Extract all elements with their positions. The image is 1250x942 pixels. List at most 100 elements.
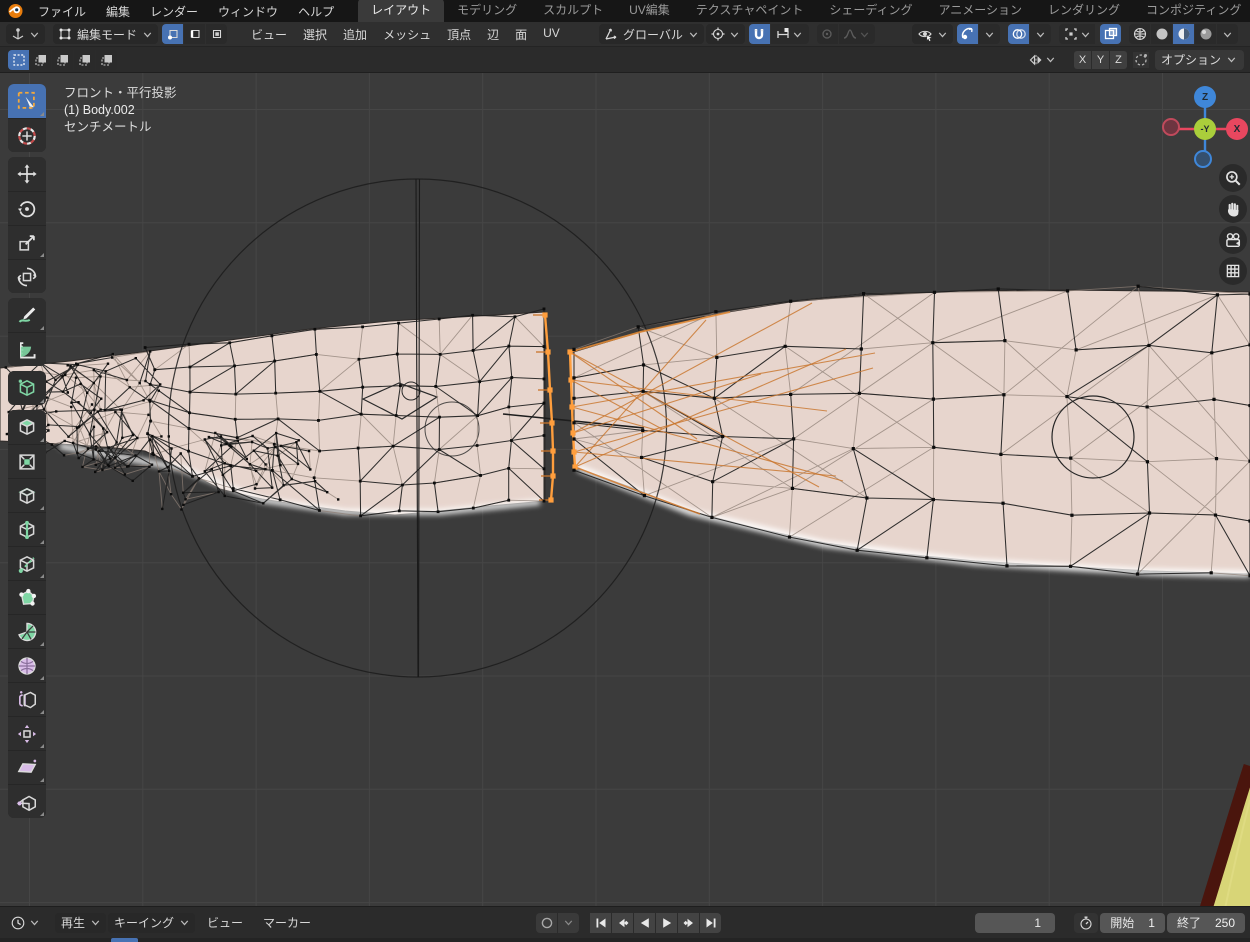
workspace-tab-2[interactable]: スカルプト — [530, 0, 616, 22]
workspace-tab-0[interactable]: レイアウト — [358, 0, 444, 22]
face-select-button[interactable] — [206, 24, 227, 44]
tool-rotate[interactable] — [8, 191, 46, 225]
workspace-tab-5[interactable]: シェーディング — [816, 0, 925, 22]
blender-logo-icon[interactable] — [6, 3, 24, 19]
mirror-axis-y[interactable]: Y — [1092, 51, 1109, 69]
workspace-tab-3[interactable]: UV編集 — [616, 0, 683, 22]
tool-knife[interactable] — [8, 546, 46, 580]
tool-shear[interactable] — [8, 750, 46, 784]
options-dropdown[interactable]: オプション — [1155, 50, 1244, 70]
tool-extrude-region[interactable] — [8, 410, 46, 444]
overlays-toggle[interactable] — [1008, 24, 1029, 44]
gizmo-axis-neg-x[interactable] — [1162, 118, 1180, 136]
play-button[interactable] — [656, 913, 677, 933]
shading-dropdown[interactable] — [1217, 24, 1238, 44]
tool-shrink-fatten[interactable] — [8, 716, 46, 750]
orientation-dropdown[interactable]: グローバル — [599, 24, 704, 44]
use-preview-range-toggle[interactable] — [1074, 913, 1098, 933]
tool-move[interactable] — [8, 157, 46, 191]
tool-bevel[interactable] — [8, 478, 46, 512]
auto-keying-toggle[interactable] — [536, 913, 557, 933]
workspace-tab-7[interactable]: レンダリング — [1035, 0, 1133, 22]
keying-dropdown[interactable]: キーイング — [108, 913, 195, 933]
viewport-menu-2[interactable]: 追加 — [335, 24, 375, 45]
shading-wireframe-button[interactable] — [1129, 24, 1150, 44]
current-frame-field[interactable]: 1 — [975, 913, 1055, 933]
shading-material-button[interactable] — [1173, 24, 1194, 44]
editor-type-selector[interactable] — [6, 24, 45, 44]
play-reverse-button[interactable] — [634, 913, 655, 933]
menubar-item-3[interactable]: ウィンドウ — [208, 1, 288, 22]
viewport-canvas[interactable] — [0, 73, 1250, 906]
start-frame-field[interactable]: 開始1 — [1100, 913, 1165, 933]
shading-rendered-button[interactable] — [1195, 24, 1216, 44]
nav-grid-button[interactable] — [1219, 257, 1247, 285]
timeline-menu-1[interactable]: マーカー — [253, 912, 321, 933]
select-mode-subtract[interactable] — [52, 50, 73, 70]
viewport-menu-6[interactable]: 面 — [507, 24, 535, 45]
menubar-item-2[interactable]: レンダー — [140, 1, 208, 22]
workspace-tab-8[interactable]: コンポジティング — [1133, 0, 1250, 22]
gizmo-axis-x[interactable]: X — [1226, 118, 1248, 140]
timeline-strip[interactable] — [0, 938, 1250, 942]
menubar-item-0[interactable]: ファイル — [28, 1, 96, 22]
menubar-item-4[interactable]: ヘルプ — [288, 1, 344, 22]
mirror-axis-z[interactable]: Z — [1110, 51, 1127, 69]
snap-individual-toggle[interactable] — [1133, 52, 1149, 68]
viewport-menu-1[interactable]: 選択 — [295, 24, 335, 45]
select-mode-extend[interactable] — [30, 50, 51, 70]
tool-edge-slide[interactable] — [8, 682, 46, 716]
pivot-dropdown[interactable] — [706, 24, 745, 44]
viewport-3d[interactable]: フロント・平行投影 (1) Body.002 センチメートル ZX-Y — [0, 73, 1250, 906]
tool-add-cube[interactable] — [8, 371, 46, 405]
tool-smooth[interactable] — [8, 648, 46, 682]
tool-scale[interactable] — [8, 225, 46, 259]
mode-selector[interactable]: 編集モード — [53, 24, 158, 44]
tool-poly-build[interactable] — [8, 580, 46, 614]
vertex-select-button[interactable] — [162, 24, 183, 44]
nav-camera-button[interactable] — [1219, 226, 1247, 254]
snap-toggle[interactable] — [749, 24, 770, 44]
gizmos-dropdown[interactable] — [979, 24, 1000, 44]
select-mode-invert[interactable] — [74, 50, 95, 70]
nav-zoom-button[interactable] — [1219, 164, 1247, 192]
workspace-tab-4[interactable]: テクスチャペイント — [683, 0, 817, 22]
mirror-dropdown[interactable] — [1028, 52, 1068, 68]
select-mode-set[interactable] — [8, 50, 29, 70]
edge-select-button[interactable] — [184, 24, 205, 44]
timeline-playhead[interactable] — [111, 938, 138, 942]
viewport-menu-0[interactable]: ビュー — [243, 24, 295, 45]
visibility-dropdown[interactable] — [912, 24, 953, 44]
tool-measure[interactable] — [8, 332, 46, 366]
tool-spin[interactable] — [8, 614, 46, 648]
xray-options-dropdown[interactable] — [1059, 24, 1095, 44]
gizmo-axis-neg-z[interactable] — [1194, 150, 1212, 168]
tool-rip-region[interactable] — [8, 784, 46, 818]
timeline-menu-0[interactable]: ビュー — [197, 912, 253, 933]
viewport-menu-4[interactable]: 頂点 — [439, 24, 479, 45]
gizmo-axis-z[interactable]: Z — [1194, 86, 1216, 108]
menubar-item-1[interactable]: 編集 — [96, 1, 140, 22]
gizmos-toggle[interactable] — [957, 24, 978, 44]
end-frame-field[interactable]: 終了250 — [1167, 913, 1245, 933]
shading-solid-button[interactable] — [1151, 24, 1172, 44]
playback-dropdown[interactable]: 再生 — [55, 913, 106, 933]
jump-to-start-button[interactable] — [590, 913, 611, 933]
tool-select-box[interactable] — [8, 84, 46, 118]
tool-cursor[interactable] — [8, 118, 46, 152]
timeline-editor-type-selector[interactable] — [6, 913, 45, 933]
viewport-menu-7[interactable]: UV — [535, 24, 568, 45]
gizmo-axis-neg-y[interactable]: -Y — [1194, 118, 1216, 140]
proportional-falloff-dropdown[interactable] — [839, 24, 875, 44]
viewport-menu-3[interactable]: メッシュ — [375, 24, 439, 45]
workspace-tab-6[interactable]: アニメーション — [926, 0, 1036, 22]
next-keyframe-button[interactable] — [678, 913, 699, 933]
tool-inset-faces[interactable] — [8, 444, 46, 478]
tool-loop-cut[interactable] — [8, 512, 46, 546]
previous-keyframe-button[interactable] — [612, 913, 633, 933]
tool-transform[interactable] — [8, 259, 46, 293]
mirror-axis-x[interactable]: X — [1074, 51, 1091, 69]
proportional-editing-toggle[interactable] — [817, 24, 838, 44]
workspace-tab-1[interactable]: モデリング — [444, 0, 530, 22]
viewport-menu-5[interactable]: 辺 — [479, 24, 507, 45]
